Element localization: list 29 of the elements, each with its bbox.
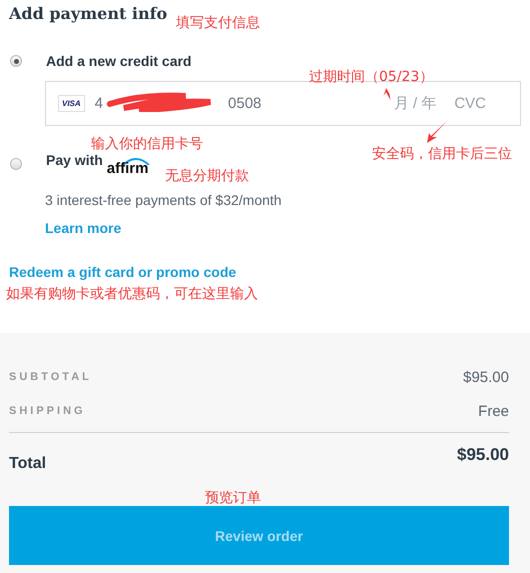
affirm-logo: affirm xyxy=(106,157,148,176)
annotation-text: 预览订单 xyxy=(205,490,261,507)
cvc-placeholder[interactable]: CVC xyxy=(454,95,486,112)
arrow-drawing xyxy=(426,120,448,144)
summary-value: Free xyxy=(478,402,509,420)
promo-link[interactable]: Redeem a gift card or promo code xyxy=(9,264,236,280)
learn-more-link[interactable]: Learn more xyxy=(45,220,122,236)
annotation-text: 无息分期付款 xyxy=(165,168,249,185)
option-label: Pay with xyxy=(46,152,103,168)
page-title: Add payment info xyxy=(9,4,168,23)
annotation-text: 填写支付信息 xyxy=(176,15,260,32)
card-number-text: 0508 xyxy=(228,95,262,112)
total-value: $95.00 xyxy=(457,445,509,466)
radio-button[interactable] xyxy=(10,55,22,67)
annotation-text: 安全码，信用卡后三位 xyxy=(372,146,513,163)
arrow-drawing xyxy=(382,88,392,100)
visa-logo: VISA xyxy=(58,95,85,112)
annotation-text: 如果有购物卡或者优惠码，可在这里输入 xyxy=(6,286,258,303)
summary-value: $95.00 xyxy=(463,368,509,386)
total-label: Total xyxy=(9,455,46,473)
expiry-placeholder[interactable]: 月 / 年 xyxy=(394,94,436,113)
card-number-text: 4 xyxy=(94,95,104,112)
review-order-button[interactable]: Review order xyxy=(9,506,509,565)
radio-button[interactable] xyxy=(10,158,22,170)
option-label: Add a new credit card xyxy=(46,53,192,69)
summary-label: SHIPPING xyxy=(9,405,86,417)
annotation-text: 输入你的信用卡号 xyxy=(91,136,203,153)
installment-text: 3 interest-free payments of $32/month xyxy=(45,192,282,208)
summary-label: SUBTOTAL xyxy=(9,371,92,383)
